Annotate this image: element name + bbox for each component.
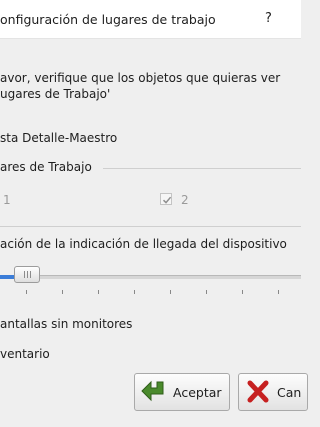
cancel-x-icon [247,380,269,403]
message-line-2: ugares de Trabajo' [0,87,111,101]
cancel-button[interactable]: Can [238,373,308,411]
window-title: onfiguración de lugares de trabajo [0,12,216,27]
slider-groove[interactable] [0,275,301,279]
workplace-2-checkbox[interactable] [160,193,172,205]
cancel-button-label: Can [277,385,302,400]
accept-arrow-icon [141,380,164,402]
arrival-indication-label: ación de la indicación de llegada del di… [0,237,287,251]
workplace-2-label[interactable]: 2 [181,193,189,207]
slider-tick [242,290,243,294]
slider-tick [134,290,135,294]
group-divider [103,168,301,169]
group-bottom-line [0,226,301,227]
option-inventory[interactable]: ventario [0,347,50,361]
option-detail-master[interactable]: sta Detalle-Maestro [0,131,117,145]
slider-tick [98,290,99,294]
slider-tick [26,290,27,294]
message-line-1: avor, verifique que los objetos que quie… [0,71,281,85]
slider-tick [170,290,171,294]
checkmark-icon [162,196,172,204]
slider-tick [62,290,63,294]
slider-fill [0,275,15,279]
slider-tick [278,290,279,294]
help-button[interactable]: ? [265,11,272,26]
workplace-1-label[interactable]: 1 [3,193,11,207]
workplaces-group-title: ares de Trabajo [0,160,92,174]
slider-tick [206,290,207,294]
title-bar: onfiguración de lugares de trabajo ? [0,0,301,39]
accept-button-label: Aceptar [173,385,222,400]
accept-button[interactable]: Aceptar [134,373,230,411]
slider-handle[interactable] [14,266,40,283]
option-screens-without-monitors[interactable]: antallas sin monitores [0,317,132,331]
